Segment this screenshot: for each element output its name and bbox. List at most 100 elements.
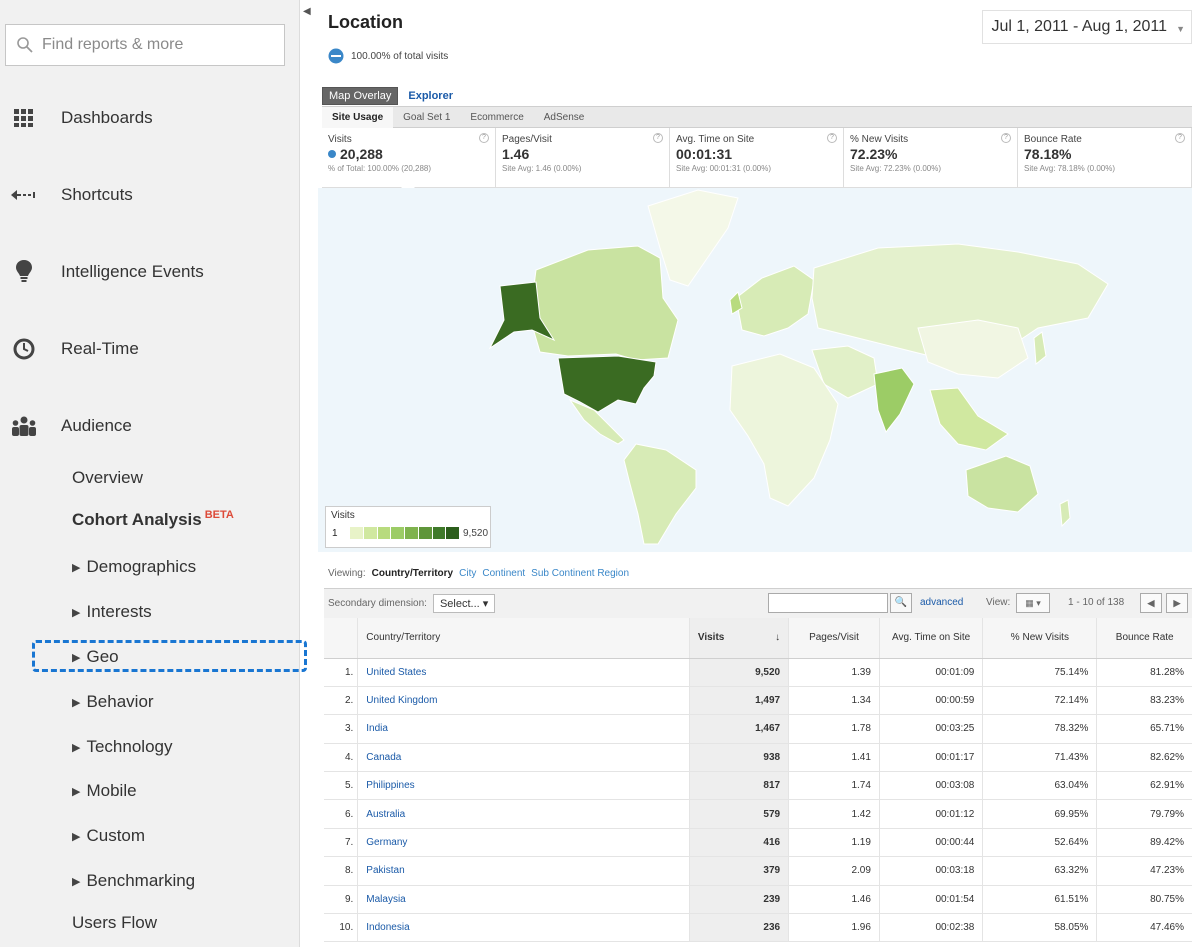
audience-benchmarking[interactable]: ▶ Benchmarking — [72, 868, 195, 894]
help-icon[interactable]: ? — [479, 133, 489, 143]
help-icon[interactable]: ? — [827, 133, 837, 143]
next-page-button[interactable]: ▶ — [1166, 593, 1188, 613]
scorecard-pages-visit[interactable]: Pages/Visit 1.46 Site Avg: 1.46 (0.00%) … — [496, 128, 670, 188]
tab-site-usage[interactable]: Site Usage — [322, 106, 394, 128]
bounce-rate-cell: 82.62% — [1096, 743, 1192, 773]
table-row: 4. Canada 938 1.41 00:01:17 71.43% 82.62% — [324, 743, 1192, 773]
dimension-continent[interactable]: Continent — [482, 568, 525, 579]
new-visits-cell: 63.32% — [982, 856, 1097, 886]
advanced-filter-link[interactable]: advanced — [920, 597, 963, 608]
nav-dashboards[interactable]: Dashboards — [0, 98, 300, 138]
tab-ecommerce[interactable]: Ecommerce — [460, 112, 533, 123]
table-row: 5. Philippines 817 1.74 00:03:08 63.04% 62.91% — [324, 771, 1192, 801]
country-link[interactable]: Germany — [357, 828, 690, 858]
pages-visit-cell: 1.19 — [788, 828, 880, 858]
expand-triangle-icon: ▶ — [72, 830, 81, 843]
tab-explorer[interactable]: Explorer — [398, 88, 463, 104]
table-search-button[interactable]: 🔍 — [890, 593, 912, 613]
header-new-visits[interactable]: % New Visits — [982, 618, 1097, 659]
scorecard-value: 78.18% — [1024, 146, 1072, 162]
help-icon[interactable]: ? — [1001, 133, 1011, 143]
dimension-city[interactable]: City — [459, 568, 476, 579]
bounce-rate-cell: 79.79% — [1096, 799, 1192, 829]
collapse-sidebar-icon[interactable]: ◀ — [303, 6, 311, 17]
scorecard-visits[interactable]: Visits 20,288 % of Total: 100.00% (20,28… — [322, 128, 496, 189]
visits-cell: 416 — [688, 828, 789, 858]
nav-audience[interactable]: Audience — [0, 406, 300, 446]
tab-adsense[interactable]: AdSense — [534, 112, 595, 123]
header-bounce-rate[interactable]: Bounce Rate — [1096, 618, 1192, 659]
expand-triangle-icon: ▶ — [72, 561, 81, 574]
dimension-sub-continent[interactable]: Sub Continent Region — [531, 568, 629, 579]
country-link[interactable]: Indonesia — [357, 913, 690, 943]
technology-label: Technology — [86, 737, 173, 756]
tab-goal-set-1[interactable]: Goal Set 1 — [393, 112, 460, 123]
scorecard-sub: Site Avg: 00:01:31 (0.00%) — [676, 164, 772, 173]
country-link[interactable]: Australia — [357, 799, 690, 829]
secondary-dimension-select[interactable]: Select... ▾ — [432, 594, 496, 613]
sidebar: Dashboards Shortcuts Intelligence Events… — [0, 0, 307, 947]
country-link[interactable]: Canada — [357, 743, 690, 773]
scorecard-avg-time[interactable]: Avg. Time on Site 00:01:31 Site Avg: 00:… — [670, 128, 844, 188]
date-range-picker[interactable]: Jul 1, 2011 - Aug 1, 2011 ▼ — [982, 10, 1192, 44]
country-link[interactable]: Malaysia — [357, 885, 690, 915]
scorecard-new-visits[interactable]: % New Visits 72.23% Site Avg: 72.23% (0.… — [844, 128, 1018, 188]
row-index: 10. — [324, 913, 358, 943]
view-type-button[interactable]: ▦ ▾ — [1016, 593, 1050, 613]
audience-interests[interactable]: ▶ Interests — [72, 599, 152, 625]
pages-visit-cell: 1.34 — [788, 686, 880, 716]
country-link[interactable]: Philippines — [357, 771, 690, 801]
nav-real-time[interactable]: Real-Time — [0, 329, 300, 369]
country-link[interactable]: India — [357, 714, 690, 744]
header-avg-time[interactable]: Avg. Time on Site — [878, 618, 983, 659]
pages-visit-cell: 1.46 — [788, 885, 880, 915]
scorecard-sub: Site Avg: 78.18% (0.00%) — [1024, 164, 1116, 173]
help-icon[interactable]: ? — [1175, 133, 1185, 143]
nav-label: Shortcuts — [61, 185, 133, 204]
dimension-country[interactable]: Country/Territory — [372, 568, 454, 579]
nav-shortcuts[interactable]: Shortcuts — [0, 175, 300, 215]
scorecard-bounce-rate[interactable]: Bounce Rate 78.18% Site Avg: 78.18% (0.0… — [1018, 128, 1192, 188]
header-pages-visit[interactable]: Pages/Visit — [788, 618, 880, 659]
select-value: Select... — [439, 598, 480, 610]
audience-behavior[interactable]: ▶ Behavior — [72, 689, 154, 715]
audience-demographics[interactable]: ▶ Demographics — [72, 554, 196, 580]
header-country[interactable]: Country/Territory — [357, 618, 690, 659]
new-visits-cell: 58.05% — [982, 913, 1097, 943]
metric-tabs: Site Usage Goal Set 1 Ecommerce AdSense — [322, 106, 1192, 128]
scorecard-label: Visits — [328, 134, 352, 145]
pie-icon — [328, 48, 344, 64]
help-icon[interactable]: ? — [653, 133, 663, 143]
audience-technology[interactable]: ▶ Technology — [72, 734, 172, 760]
avg-time-cell: 00:00:44 — [878, 828, 983, 858]
audience-cohort-analysis[interactable]: Cohort Analysis BETA — [72, 507, 234, 533]
expand-triangle-icon: ▶ — [72, 741, 81, 754]
row-index: 9. — [324, 885, 358, 915]
search-input[interactable] — [42, 36, 272, 54]
new-visits-cell: 61.51% — [982, 885, 1097, 915]
table-row: 6. Australia 579 1.42 00:01:12 69.95% 79.79% — [324, 799, 1192, 829]
visits-cell: 236 — [688, 913, 789, 943]
bounce-rate-cell: 47.46% — [1096, 913, 1192, 943]
nav-intelligence-events[interactable]: Intelligence Events — [0, 252, 300, 292]
audience-users-flow[interactable]: Users Flow — [72, 910, 157, 936]
search-icon — [17, 37, 33, 53]
tab-map-overlay[interactable]: Map Overlay — [322, 87, 399, 105]
header-visits[interactable]: Visits ↓ — [688, 618, 789, 659]
search-box[interactable] — [5, 24, 285, 66]
new-visits-cell: 75.14% — [982, 658, 1097, 687]
nav-label: Real-Time — [61, 339, 139, 358]
audience-overview[interactable]: Overview — [72, 465, 143, 491]
table-header-row: Country/Territory Visits ↓ Pages/Visit Av… — [324, 618, 1192, 659]
country-link[interactable]: United States — [357, 658, 690, 687]
country-link[interactable]: Pakistan — [357, 856, 690, 886]
audience-custom[interactable]: ▶ Custom — [72, 823, 145, 849]
avg-time-cell: 00:01:09 — [878, 658, 983, 687]
audience-mobile[interactable]: ▶ Mobile — [72, 778, 137, 804]
country-link[interactable]: United Kingdom — [357, 686, 690, 716]
table-filter-input[interactable] — [768, 593, 888, 613]
scorecard-label: Bounce Rate — [1024, 134, 1082, 145]
prev-page-button[interactable]: ◀ — [1140, 593, 1162, 613]
world-map[interactable]: Visits 1 9,520 — [318, 188, 1192, 552]
legend-swatch — [446, 527, 460, 539]
